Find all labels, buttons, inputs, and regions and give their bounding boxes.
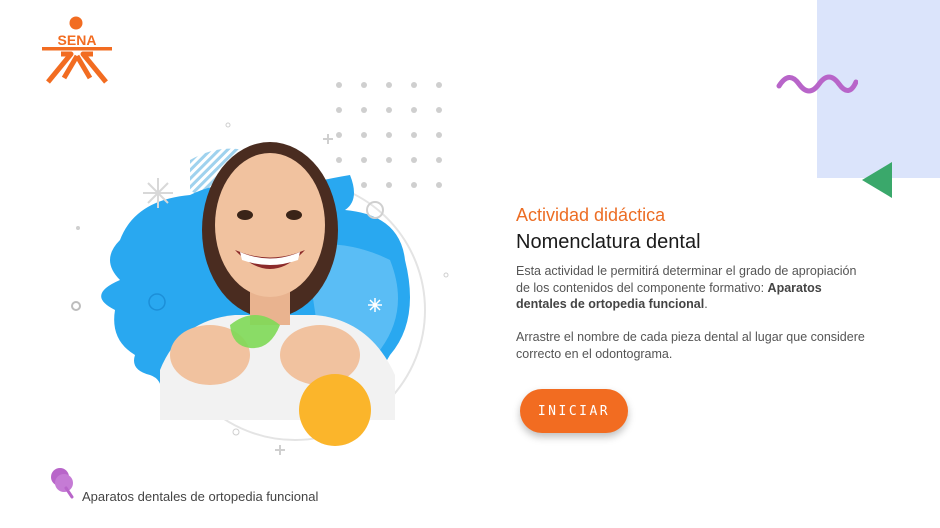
- start-button[interactable]: INICIAR: [520, 389, 628, 433]
- sena-logo: SENA: [42, 16, 112, 84]
- footer-component-label: Aparatos dentales de ortopedia funcional: [82, 489, 319, 504]
- green-triangle-decoration: [862, 162, 892, 198]
- girl-with-dental-appliance-illustration: [71, 122, 449, 455]
- activity-instructions: Arrastre el nombre de cada pieza dental …: [516, 330, 865, 361]
- description-end: .: [704, 297, 708, 311]
- activity-description: Esta actividad le permitirá determinar e…: [516, 263, 866, 313]
- pin-icon: [51, 468, 74, 499]
- purple-wave-decoration: [776, 74, 858, 94]
- activity-title: Nomenclatura dental: [516, 231, 701, 253]
- activity-subtitle: Actividad didáctica: [516, 205, 666, 225]
- sena-logo-text: SENA: [58, 32, 97, 48]
